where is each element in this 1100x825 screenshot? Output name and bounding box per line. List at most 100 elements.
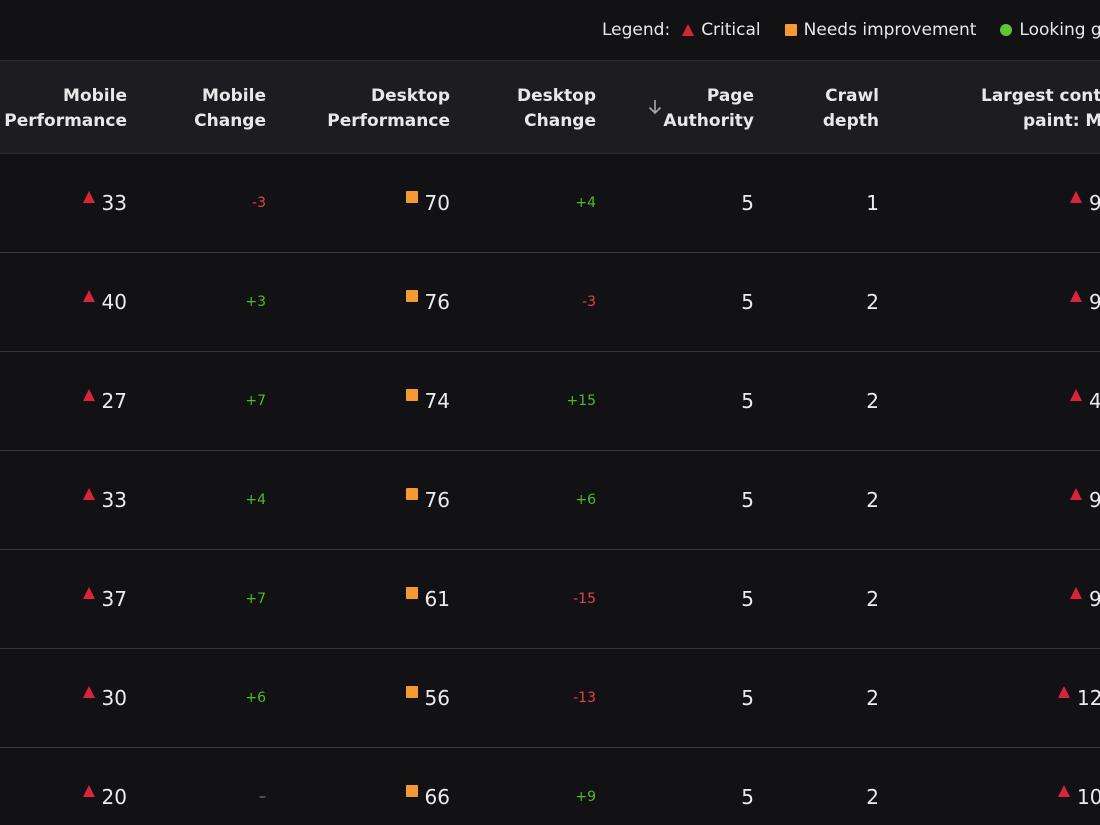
table-row[interactable]: 33 -3 70 +4 5 1 9 [0, 154, 1100, 253]
desktop-change-cell: -3 [582, 253, 596, 351]
desktop-change-cell-value: +4 [575, 195, 596, 211]
needs-improvement-square-icon [405, 191, 418, 203]
column-header-crawl-depth[interactable]: Crawl depth [823, 84, 879, 134]
status-icon-wrap [405, 389, 418, 401]
status-icon-wrap [1070, 488, 1082, 500]
mobile-change-cell-value: +6 [245, 690, 266, 706]
status-icon-wrap [82, 191, 95, 203]
critical-triangle-icon [82, 587, 95, 599]
table-row[interactable]: 37 +7 61 -15 5 2 9 [0, 550, 1100, 649]
critical-triangle-icon [682, 24, 695, 36]
page-authority-cell-value: 5 [741, 290, 754, 314]
status-icon-wrap [82, 488, 95, 500]
mobile-change-cell: +3 [245, 253, 266, 351]
column-header-line: paint: Mo [1023, 111, 1100, 131]
critical-triangle-icon [1070, 389, 1082, 401]
status-icon-wrap [1058, 785, 1070, 797]
status-icon-wrap [1070, 587, 1082, 599]
lcp-mobile-cell-value: 4 [1089, 389, 1100, 413]
status-icon-wrap [405, 191, 418, 203]
desktop-change-cell: +9 [575, 748, 596, 825]
crawl-depth-cell-value: 2 [866, 587, 879, 611]
sort-descending-arrow-icon[interactable] [647, 98, 663, 116]
lcp-mobile-cell: 12 [1058, 649, 1100, 747]
crawl-depth-cell-value: 2 [866, 686, 879, 710]
status-icon-wrap [405, 785, 418, 797]
legend-item-needs-improvement: Needs improvement [784, 20, 976, 40]
table-row[interactable]: 30 +6 56 -13 5 2 12 [0, 649, 1100, 748]
crawl-depth-cell: 2 [866, 451, 879, 549]
column-header-line: Authority [663, 111, 754, 131]
desktop-change-cell-value: +9 [575, 789, 596, 805]
lcp-mobile-cell: 4 [1070, 352, 1100, 450]
desktop-performance-cell: 76 [405, 451, 450, 549]
column-header-line: Performance [4, 111, 127, 131]
crawl-depth-cell-value: 2 [866, 290, 879, 314]
desktop-change-cell: -15 [573, 550, 596, 648]
lcp-mobile-cell: 9 [1070, 550, 1100, 648]
legend-bar: Legend: Critical Needs improvement Looki… [0, 0, 1100, 60]
page-authority-cell: 5 [741, 253, 754, 351]
table-row[interactable]: 40 +3 76 -3 5 2 9 [0, 253, 1100, 352]
table-header: Mobile Performance Mobile Change Desktop… [0, 60, 1100, 154]
crawl-depth-cell-value: 1 [866, 191, 879, 215]
lcp-mobile-cell: 9 [1070, 154, 1100, 252]
mobile-performance-cell: 33 [82, 451, 127, 549]
desktop-change-cell-value: +6 [575, 492, 596, 508]
needs-improvement-square-icon [405, 785, 418, 797]
desktop-performance-cell: 70 [405, 154, 450, 252]
critical-triangle-icon [1070, 488, 1082, 500]
mobile-change-cell: +7 [245, 550, 266, 648]
legend-item-looking-good: Looking go [1000, 20, 1100, 40]
page-authority-cell: 5 [741, 451, 754, 549]
desktop-performance-cell-value: 76 [424, 488, 450, 512]
critical-triangle-icon [82, 290, 95, 302]
crawl-depth-cell: 2 [866, 649, 879, 747]
critical-triangle-icon [1070, 191, 1082, 203]
page-authority-cell-value: 5 [741, 389, 754, 413]
table-row[interactable]: 33 +4 76 +6 5 2 9 [0, 451, 1100, 550]
desktop-performance-cell-value: 61 [424, 587, 450, 611]
desktop-change-cell: -13 [573, 649, 596, 747]
critical-triangle-icon [1070, 587, 1082, 599]
mobile-performance-cell: 40 [82, 253, 127, 351]
table-row[interactable]: 27 +7 74 +15 5 2 4 [0, 352, 1100, 451]
lcp-mobile-cell-value: 10 [1077, 785, 1100, 809]
status-icon-wrap [82, 389, 95, 401]
column-header-desktop-performance[interactable]: Desktop Performance [327, 84, 450, 134]
column-header-line: depth [822, 111, 879, 131]
column-header-page-authority[interactable]: Page Authority [663, 84, 754, 134]
crawl-depth-cell-value: 2 [866, 389, 879, 413]
desktop-change-cell-value: -15 [573, 591, 596, 607]
column-header-mobile-performance[interactable]: Mobile Performance [4, 84, 127, 134]
mobile-change-cell-value: – [259, 789, 266, 805]
critical-triangle-icon [82, 686, 95, 698]
column-header-largest-contentful-paint[interactable]: Largest conten paint: Mo [981, 84, 1100, 134]
desktop-performance-cell-value: 70 [424, 191, 450, 215]
page-authority-cell-value: 5 [741, 488, 754, 512]
crawl-depth-cell: 2 [866, 550, 879, 648]
table-row[interactable]: 20 – 66 +9 5 2 10 [0, 748, 1100, 825]
lcp-mobile-cell-value: 9 [1089, 191, 1100, 215]
crawl-depth-cell-value: 2 [866, 488, 879, 512]
desktop-performance-cell: 76 [405, 253, 450, 351]
critical-triangle-icon [82, 785, 95, 797]
desktop-performance-cell-value: 66 [424, 785, 450, 809]
column-header-desktop-change[interactable]: Desktop Change [517, 84, 596, 134]
critical-triangle-icon [1070, 290, 1082, 302]
desktop-change-cell: +4 [575, 154, 596, 252]
critical-triangle-icon [82, 488, 95, 500]
desktop-performance-cell: 56 [405, 649, 450, 747]
mobile-change-cell: +6 [245, 649, 266, 747]
column-header-mobile-change[interactable]: Mobile Change [194, 84, 266, 134]
desktop-performance-cell: 74 [405, 352, 450, 450]
column-header-line: Desktop [370, 86, 450, 106]
desktop-performance-cell: 66 [405, 748, 450, 825]
column-header-line: Mobile [63, 86, 127, 106]
status-icon-wrap [82, 587, 95, 599]
status-icon-wrap [1070, 290, 1082, 302]
mobile-performance-cell-value: 37 [101, 587, 127, 611]
crawl-depth-cell: 2 [866, 253, 879, 351]
page: Legend: Critical Needs improvement Looki… [0, 0, 1100, 825]
mobile-change-cell: +7 [245, 352, 266, 450]
